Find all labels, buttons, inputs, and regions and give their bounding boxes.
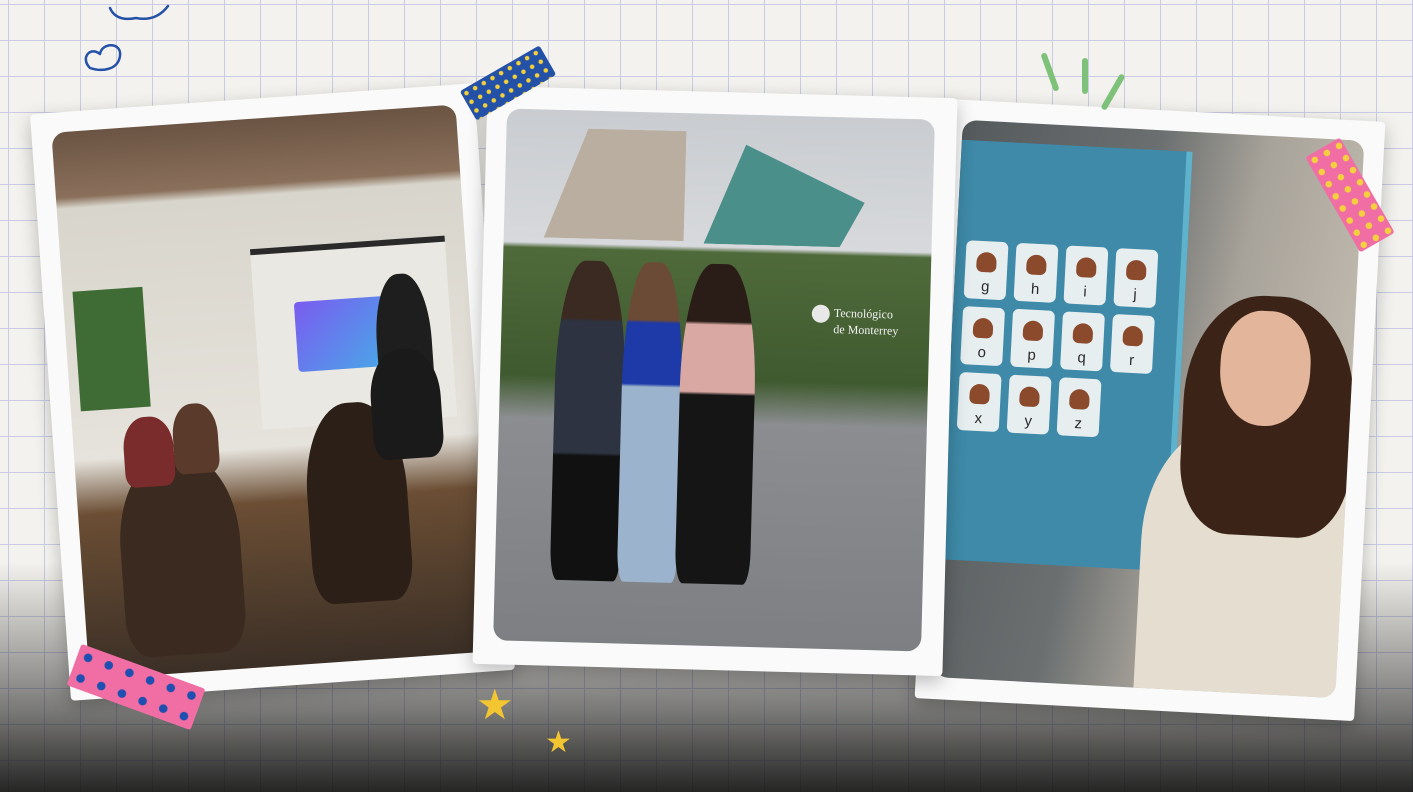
sign-key-letter: p [1027,346,1037,364]
sign-key: z [1056,377,1102,438]
photo-sign-language: g h i j o p q r x y z [933,119,1365,699]
sign-key: p [1010,308,1056,369]
photo-workshop [51,104,494,680]
green-dash-doodle [1100,73,1126,111]
heart-doodle-icon [84,44,122,72]
student-left [549,259,629,582]
sign-alphabet-grid: g h i j o p q r x y z [956,240,1159,440]
campus-building-glass [704,144,867,248]
sign-key: y [1006,374,1052,435]
photo-frame-campus: Tecnológico de Monterrey [472,85,958,677]
star-icon: ★ [545,726,572,759]
hand-sign-icon [1072,322,1094,344]
sign-key: o [960,306,1006,367]
tec-logo-icon [811,304,831,323]
sign-key: h [1013,242,1059,303]
student-center [616,261,686,584]
sign-key-letter: g [980,278,990,296]
sign-key-letter: r [1128,351,1135,370]
hand-sign-icon [1122,325,1144,347]
sign-key: r [1109,313,1155,375]
cloud-doodle-icon [108,4,170,21]
hand-sign-icon [969,383,991,405]
attendee [170,401,221,475]
student-right [674,263,759,585]
hand-sign-icon [1125,259,1147,281]
star-icon: ★ [476,681,514,728]
sign-key-letter: h [1030,280,1040,299]
sign-key: x [956,371,1002,433]
campus-sign: Tecnológico de Monterrey [811,304,912,338]
sign-key-letter: o [977,343,987,362]
photo-frame-sign-language: g h i j o p q r x y z [914,98,1386,722]
hand-sign-icon [972,317,994,339]
sign-key: q [1060,311,1105,372]
hand-sign-icon [1019,386,1041,408]
green-dash-doodle [1082,58,1088,94]
sign-key-letter: q [1077,349,1087,367]
photo-frame-workshop [30,83,515,701]
sign-key-letter: z [1073,415,1083,433]
sign-key-letter: y [1024,412,1033,430]
green-dash-doodle [1040,52,1060,92]
sign-line-1: Tecnológico [833,305,894,322]
photo-campus: Tecnológico de Monterrey [493,108,935,652]
sign-line-2: de Monterrey [833,322,899,338]
sign-key-letter: i [1082,283,1088,301]
green-wall-panel [72,286,151,412]
hand-sign-icon [1068,388,1090,410]
sign-key-letter: j [1132,285,1138,304]
sign-key: j [1113,248,1159,309]
hand-sign-icon [1075,256,1097,278]
hand-sign-icon [1022,320,1044,342]
sign-key-letter: x [974,409,983,428]
campus-building [544,128,687,242]
sign-key: i [1063,245,1109,306]
attendee [121,415,177,489]
sign-key: g [963,240,1009,301]
hand-sign-icon [975,251,998,273]
hand-sign-icon [1025,254,1047,276]
